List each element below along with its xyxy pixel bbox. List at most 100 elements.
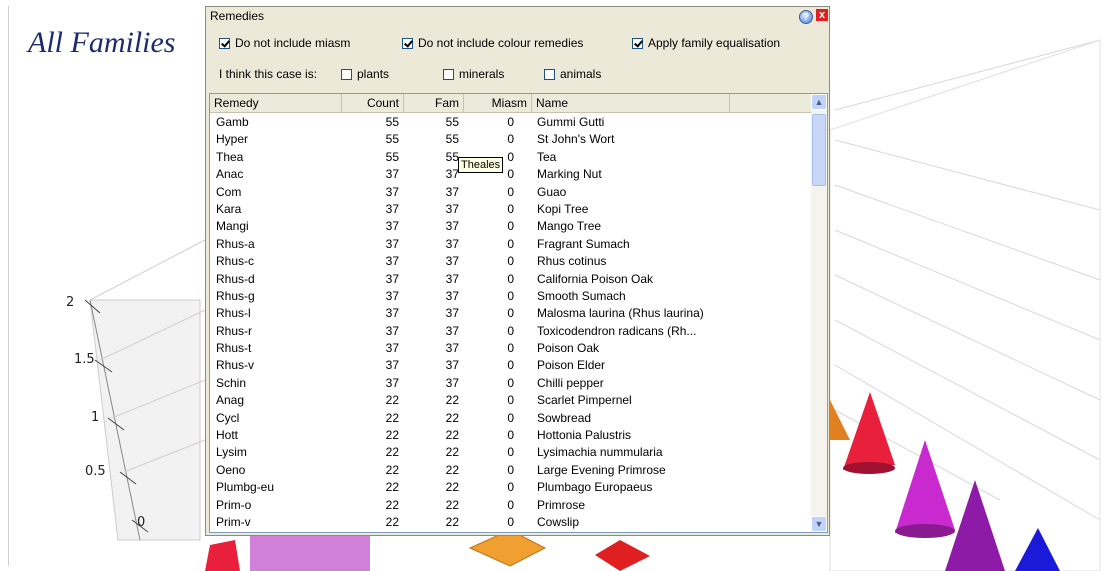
row-miasm: 0: [507, 480, 514, 495]
row-fam: 22: [445, 393, 459, 408]
checkbox-animals[interactable]: animals: [544, 67, 601, 81]
cone-magenta-2: [945, 480, 1005, 571]
remedies-list[interactable]: Remedy Count Fam Miasm Name Gamb 55 55 0 Gum…: [209, 93, 828, 533]
column-header-miasm[interactable]: Miasm: [464, 94, 532, 112]
row-miasm: 0: [507, 271, 514, 286]
row-remedy: Rhus-c: [216, 254, 255, 269]
y-tick-label: 0: [137, 515, 146, 530]
row-count: 22: [385, 393, 399, 408]
table-row[interactable]: Mangi 37 37 0 Mango Tree: [210, 218, 811, 235]
row-count: 22: [385, 445, 399, 460]
table-row[interactable]: Kara 37 37 0 Kopi Tree: [210, 201, 811, 218]
table-row[interactable]: Com 37 37 0 Guao: [210, 184, 811, 201]
row-name: Rhus cotinus: [537, 254, 607, 269]
row-name: Primrose: [537, 497, 586, 512]
row-remedy: Hott: [216, 428, 239, 443]
checkbox-label: animals: [560, 67, 602, 81]
table-row[interactable]: Gamb 55 55 0 Gummi Gutti: [210, 114, 811, 131]
row-miasm: 0: [507, 201, 514, 216]
checkbox-box[interactable]: [219, 37, 230, 49]
table-row[interactable]: Prim-o 22 22 0 Primrose: [210, 497, 811, 514]
scroll-down-icon[interactable]: ▼: [811, 516, 827, 532]
row-fam: 37: [445, 323, 459, 338]
row-remedy: Rhus-t: [216, 341, 252, 356]
row-count: 37: [385, 358, 399, 373]
table-row[interactable]: Hott 22 22 0 Hottonia Palustris: [210, 427, 811, 444]
bar-red: [205, 540, 240, 571]
table-row[interactable]: Plumbg-eu 22 22 0 Plumbago Europaeus: [210, 479, 811, 496]
row-miasm: 0: [507, 393, 514, 408]
checkbox-label: Apply family equalisation: [648, 36, 781, 50]
table-row[interactable]: Rhus-g 37 37 0 Smooth Sumach: [210, 288, 811, 305]
checkbox-minerals[interactable]: minerals: [443, 67, 504, 81]
row-fam: 37: [445, 254, 459, 269]
table-row[interactable]: Thea 55 55 0 Tea: [210, 149, 811, 166]
row-fam: 22: [445, 514, 459, 529]
row-remedy: Rhus-d: [216, 271, 255, 286]
checkbox-no-colour-remedies[interactable]: Do not include colour remedies: [402, 36, 583, 50]
checkbox-no-miasm[interactable]: Do not include miasm: [219, 36, 350, 50]
table-row[interactable]: Rhus-l 37 37 0 Malosma laurina (Rhus laurina…: [210, 305, 811, 322]
row-miasm: 0: [507, 219, 514, 234]
checkbox-box[interactable]: [544, 68, 555, 80]
column-header-fam[interactable]: Fam: [404, 94, 464, 112]
row-remedy: Rhus-g: [216, 288, 255, 303]
checkbox-box[interactable]: [632, 37, 643, 49]
bar-pink: [250, 530, 370, 571]
close-button[interactable]: x: [816, 9, 828, 21]
row-name: Marking Nut: [537, 167, 602, 182]
table-row[interactable]: Rhus-t 37 37 0 Poison Oak: [210, 340, 811, 357]
row-remedy: Rhus-l: [216, 306, 251, 321]
row-fam: 22: [445, 480, 459, 495]
help-button[interactable]: ?: [799, 10, 813, 24]
row-fam: 55: [445, 149, 459, 164]
scroll-thumb[interactable]: [812, 114, 826, 186]
table-row[interactable]: Rhus-r 37 37 0 Toxicodendron radicans (Rh...: [210, 323, 811, 340]
row-count: 22: [385, 514, 399, 529]
table-row[interactable]: Rhus-v 37 37 0 Poison Elder: [210, 357, 811, 374]
chart-floor: [829, 39, 1101, 571]
table-row[interactable]: Anac 37 37 0 Marking Nut: [210, 166, 811, 183]
row-name: Poison Oak: [537, 341, 600, 356]
table-row[interactable]: Oeno 22 22 0 Large Evening Primrose: [210, 462, 811, 479]
row-count: 37: [385, 341, 399, 356]
table-row[interactable]: Cycl 22 22 0 Sowbread: [210, 410, 811, 427]
row-count: 37: [385, 219, 399, 234]
cone-red: [843, 392, 895, 470]
table-row[interactable]: Rhus-d 37 37 0 California Poison Oak: [210, 271, 811, 288]
table-row[interactable]: Schin 37 37 0 Chilli pepper: [210, 375, 811, 392]
table-row[interactable]: Lysim 22 22 0 Lysimachia nummularia: [210, 444, 811, 461]
row-name: Guao: [537, 184, 567, 199]
row-miasm: 0: [507, 254, 514, 269]
checkbox-box[interactable]: [402, 37, 413, 49]
table-row[interactable]: Rhus-c 37 37 0 Rhus cotinus: [210, 253, 811, 270]
table-row[interactable]: Rhus-a 37 37 0 Fragrant Sumach: [210, 236, 811, 253]
table-row[interactable]: Anag 22 22 0 Scarlet Pimpernel: [210, 392, 811, 409]
row-miasm: 0: [507, 358, 514, 373]
column-header-remedy[interactable]: Remedy: [210, 94, 342, 112]
row-miasm: 0: [507, 497, 514, 512]
checkbox-plants[interactable]: plants: [341, 67, 389, 81]
checkbox-box[interactable]: [341, 68, 352, 80]
row-miasm: 0: [507, 375, 514, 390]
diamond-red: [595, 540, 650, 571]
row-count: 37: [385, 167, 399, 182]
row-count: 55: [385, 115, 399, 129]
row-fam: 22: [445, 462, 459, 477]
scroll-up-icon[interactable]: ▲: [811, 94, 827, 110]
table-row[interactable]: Hyper 55 55 0 St John's Wort: [210, 131, 811, 148]
row-fam: 37: [445, 358, 459, 373]
cone-orange-left: [830, 400, 850, 440]
row-remedy: Cycl: [216, 410, 240, 425]
table-row[interactable]: Prim-v 22 22 0 Cowslip: [210, 514, 811, 531]
row-miasm: 0: [507, 445, 514, 460]
checkbox-family-equalisation[interactable]: Apply family equalisation: [632, 36, 780, 50]
row-count: 37: [385, 323, 399, 338]
row-name: Poison Elder: [537, 358, 606, 373]
row-name: California Poison Oak: [537, 271, 654, 286]
column-header-count[interactable]: Count: [342, 94, 404, 112]
checkbox-box[interactable]: [443, 68, 454, 80]
vertical-scrollbar[interactable]: ▲ ▼: [811, 94, 827, 532]
column-header-name[interactable]: Name: [532, 94, 730, 112]
row-name: Mango Tree: [537, 219, 602, 234]
